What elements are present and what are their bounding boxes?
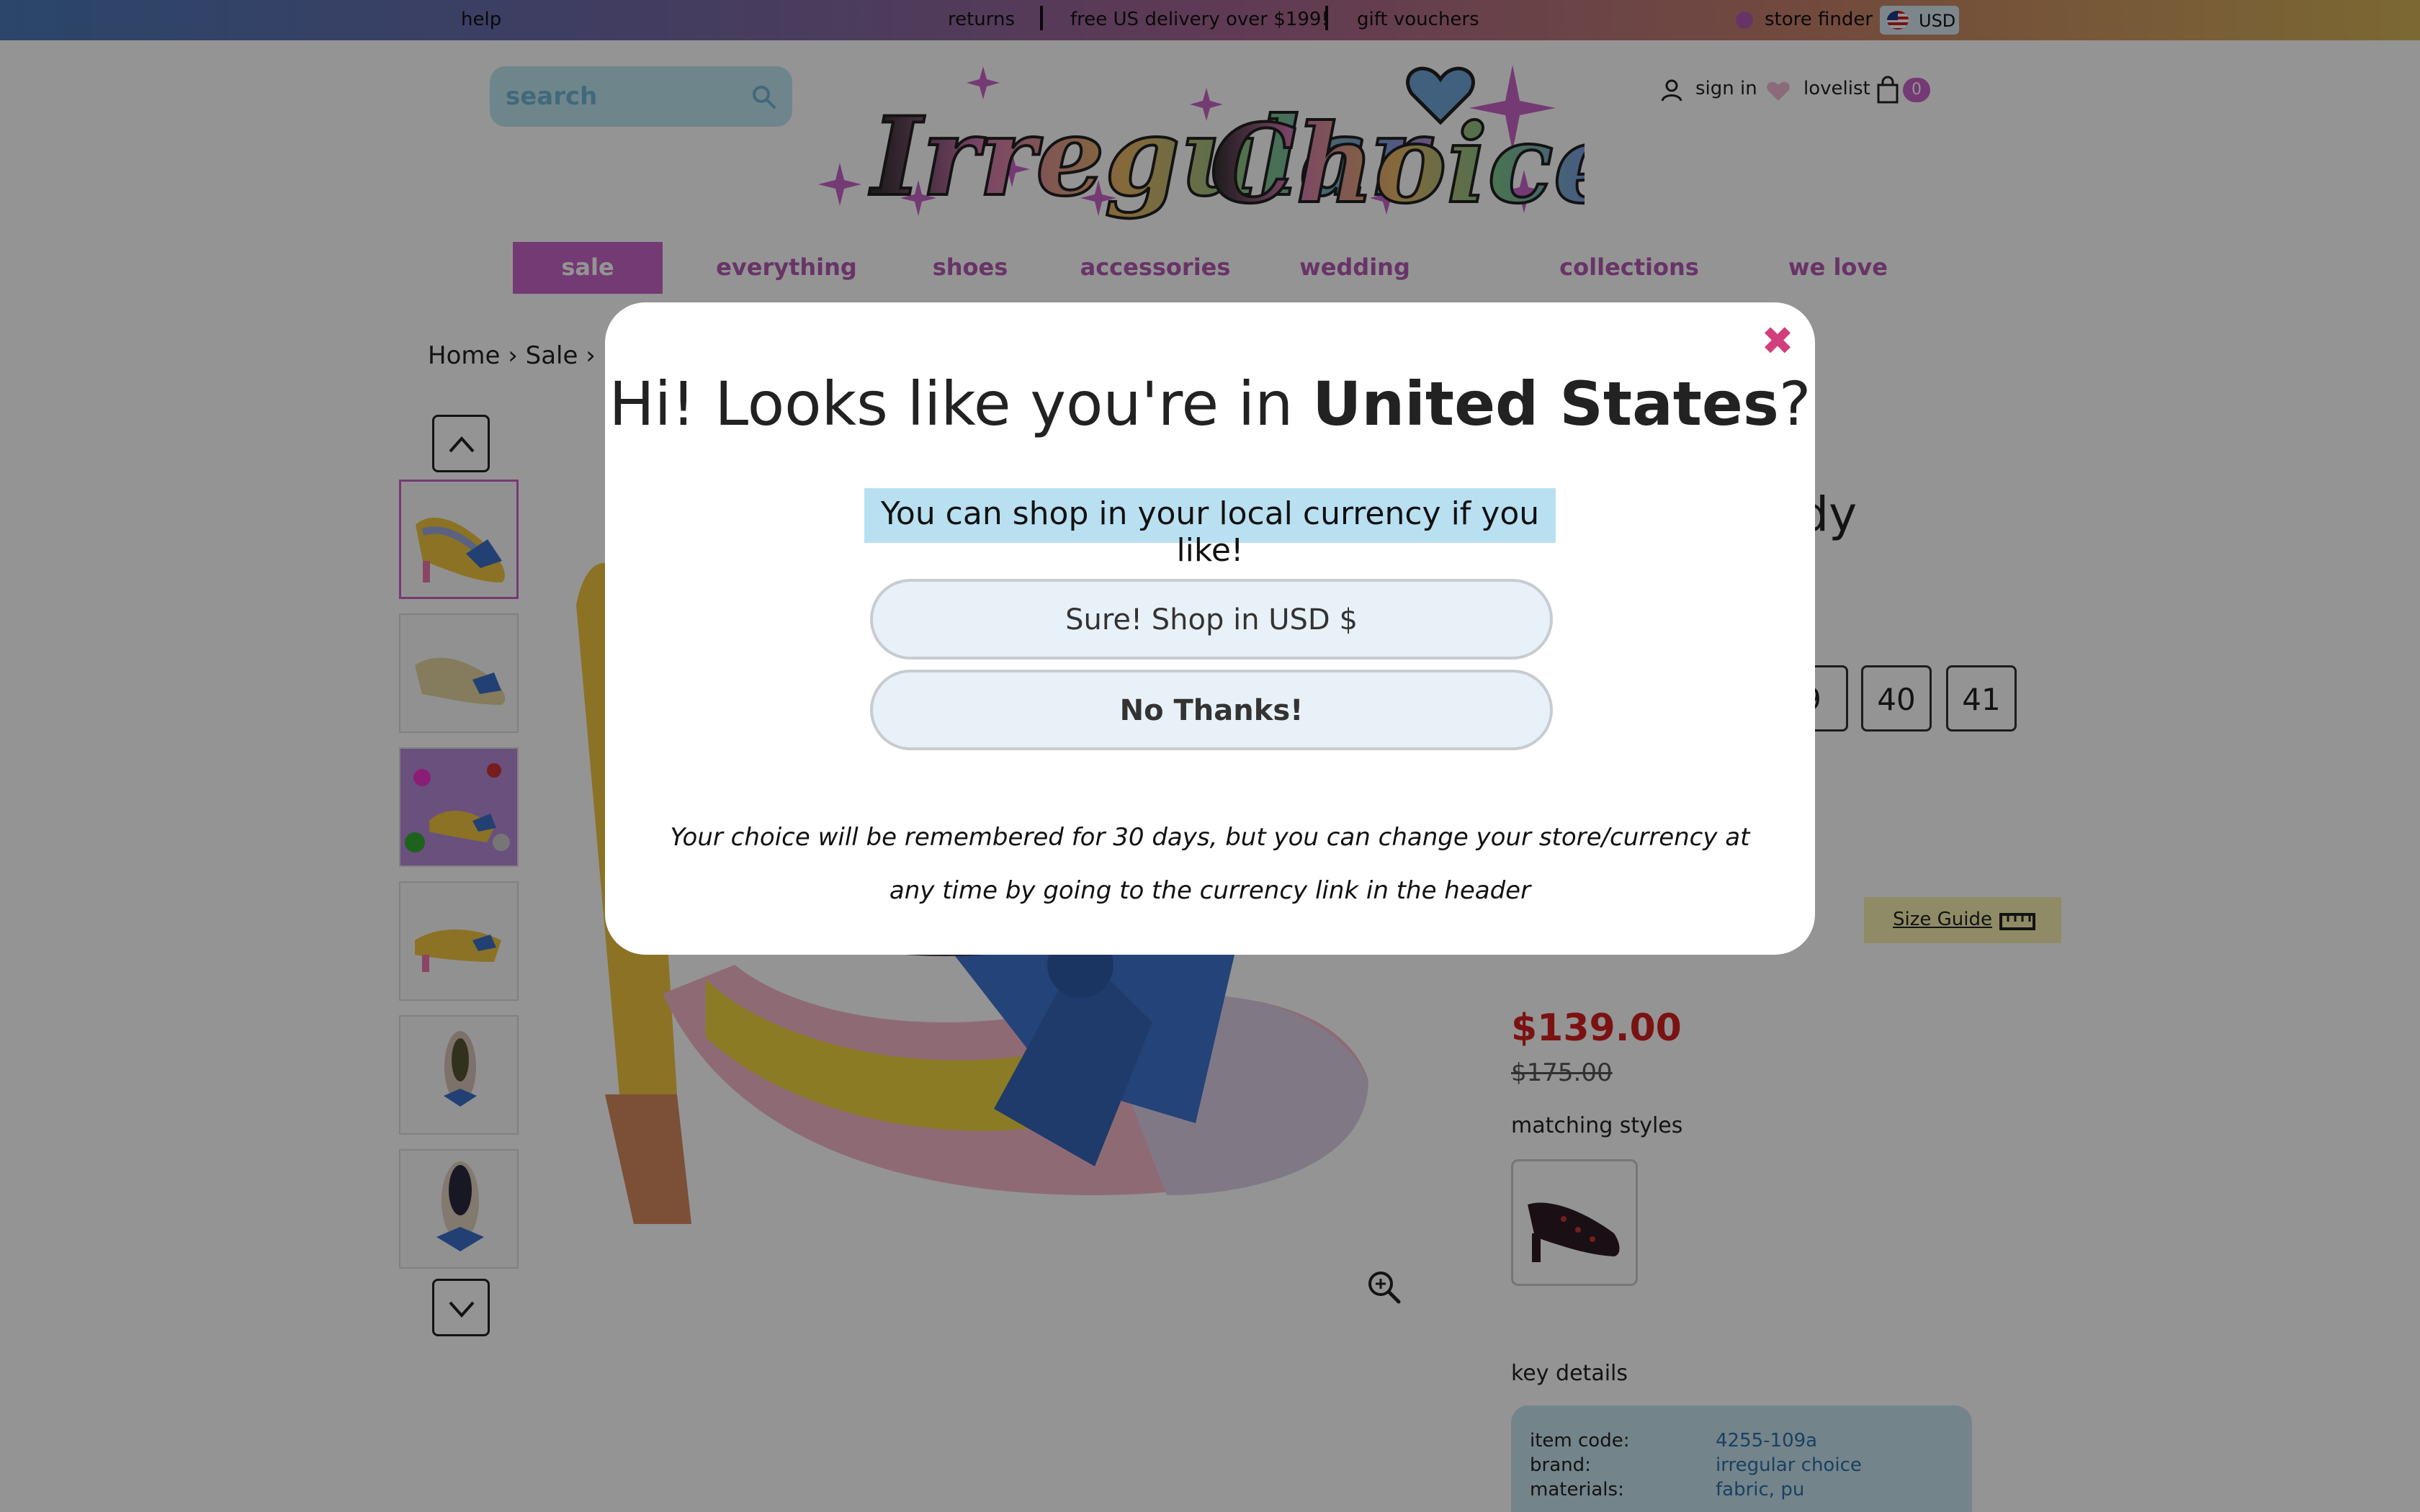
- modal-heading: Hi! Looks like you're in United States?: [605, 369, 1815, 439]
- currency-modal: ✖ Hi! Looks like you're in United States…: [605, 302, 1815, 955]
- heading-suffix: ?: [1778, 369, 1811, 439]
- modal-note: Your choice will be remembered for 30 da…: [670, 823, 1750, 905]
- close-icon[interactable]: ✖: [1756, 320, 1799, 363]
- heading-prefix: Hi! Looks like you're in: [609, 369, 1313, 439]
- modal-subheading: You can shop in your local currency if y…: [864, 488, 1556, 569]
- shop-in-usd-button[interactable]: Sure! Shop in USD $: [870, 579, 1553, 660]
- no-thanks-button[interactable]: No Thanks!: [870, 670, 1553, 750]
- heading-country: United States: [1312, 369, 1779, 439]
